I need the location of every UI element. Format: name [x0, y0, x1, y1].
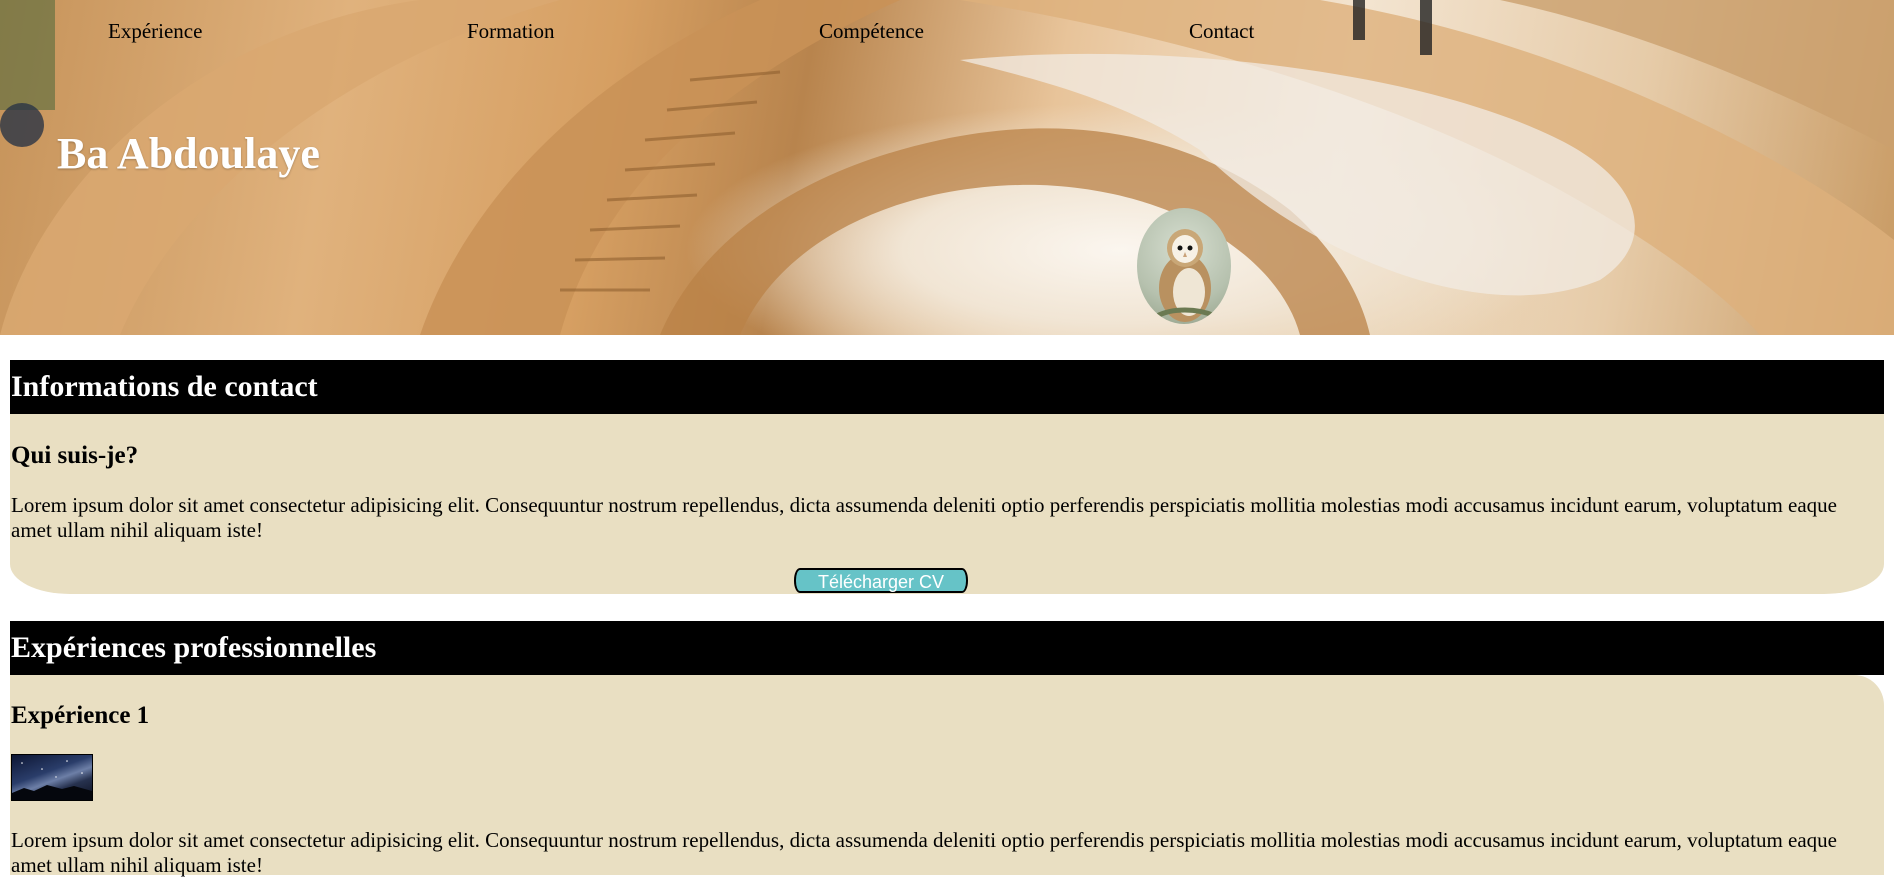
nav-link-competence[interactable]: Compétence	[819, 19, 924, 44]
night-sky-image	[12, 760, 92, 800]
experience-item-title: Expérience 1	[11, 702, 150, 729]
contact-section-title: Informations de contact	[11, 370, 318, 403]
main-nav: Expérience Formation Compétence Contact	[0, 19, 1894, 49]
profile-avatar	[1137, 208, 1231, 324]
owl-picture	[1155, 229, 1217, 322]
contact-section-header: Informations de contact	[10, 360, 1884, 414]
download-cv-button[interactable]: Télécharger CV	[794, 568, 968, 593]
about-heading: Qui suis-je?	[11, 442, 139, 469]
nav-link-formation[interactable]: Formation	[467, 19, 555, 44]
nav-link-experience[interactable]: Expérience	[108, 19, 202, 44]
contact-section-body: Qui suis-je? Lorem ipsum dolor sit amet …	[10, 414, 1884, 594]
hero-banner: Expérience Formation Compétence Contact …	[0, 0, 1894, 335]
about-text: Lorem ipsum dolor sit amet consectetur a…	[11, 493, 1837, 542]
person-name: Ba Abdoulaye	[57, 129, 320, 178]
experience-section-title: Expériences professionnelles	[11, 631, 377, 664]
nav-link-contact[interactable]: Contact	[1189, 19, 1254, 44]
experience-section-body: Expérience 1 Lorem ipsum dolor sit amet …	[10, 675, 1884, 877]
experience-thumbnail	[11, 754, 93, 801]
experience-section-header: Expériences professionnelles	[10, 621, 1884, 675]
experience-item-text: Lorem ipsum dolor sit amet consectetur a…	[11, 828, 1837, 877]
